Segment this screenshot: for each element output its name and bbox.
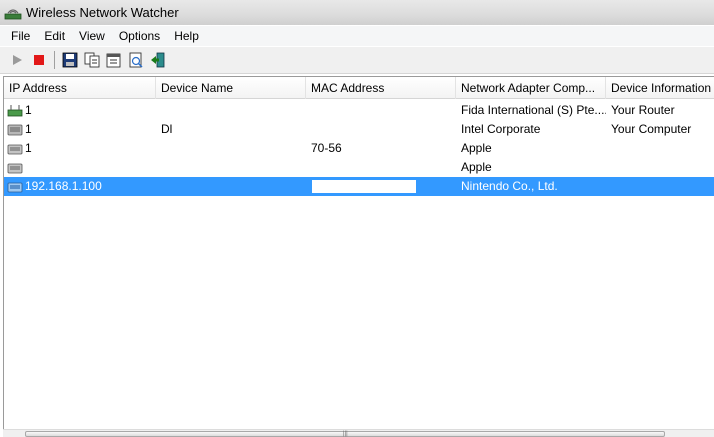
cell-adapter: Intel Corporate [461, 122, 541, 136]
play-icon[interactable] [6, 49, 28, 71]
stop-icon[interactable] [28, 49, 50, 71]
cell-info [606, 139, 714, 158]
device-list[interactable]: IP Address Device Name MAC Address Netwo… [3, 76, 714, 429]
cell-device-name: Dl [161, 122, 173, 136]
cell-info [606, 177, 714, 196]
save-icon[interactable] [59, 49, 81, 71]
column-ip-address[interactable]: IP Address [4, 77, 156, 99]
cell-ip: 1 [25, 141, 32, 155]
toolbar-separator [54, 51, 55, 69]
cell-adapter: Fida International (S) Pte.... [461, 103, 606, 117]
cell-mac [306, 101, 456, 120]
cell-device-name [156, 158, 306, 177]
exit-icon[interactable] [147, 49, 169, 71]
cell-device-name [156, 139, 306, 158]
cell-mac [306, 158, 456, 177]
html-report-icon[interactable] [125, 49, 147, 71]
table-row[interactable]: 1 Dl Intel Corporate Your Computer [4, 120, 714, 139]
horizontal-scrollbar[interactable]: ||| [3, 429, 714, 437]
menu-file[interactable]: File [4, 26, 37, 46]
cell-mac [306, 120, 456, 139]
properties-icon[interactable] [103, 49, 125, 71]
title-bar: Wireless Network Watcher [0, 0, 714, 25]
list-header: IP Address Device Name MAC Address Netwo… [4, 77, 714, 99]
menu-edit[interactable]: Edit [37, 26, 72, 46]
scrollbar-grip-icon: ||| [343, 431, 348, 437]
table-row[interactable]: Apple [4, 158, 714, 177]
cell-device-name [156, 101, 306, 120]
window-title: Wireless Network Watcher [26, 5, 179, 20]
table-row[interactable]: 1 70-56 Apple [4, 139, 714, 158]
cell-device-name [156, 177, 306, 196]
menu-options[interactable]: Options [112, 26, 167, 46]
cell-ip: 1 [25, 103, 32, 117]
menu-help[interactable]: Help [167, 26, 206, 46]
cell-info [606, 158, 714, 177]
cell-adapter: Nintendo Co., Ltd. [461, 179, 558, 193]
cell-ip [20, 158, 156, 177]
column-network-adapter-company[interactable]: Network Adapter Comp... [456, 77, 606, 99]
cell-mac: 70-56 [311, 141, 342, 155]
cell-info: Your Router [611, 103, 675, 117]
cell-ip: 1 [25, 122, 32, 136]
wifi-app-icon [4, 8, 22, 19]
table-row-selected[interactable]: 192.168.1.100 Nintendo Co., Ltd. [4, 177, 714, 196]
menu-bar: File Edit View Options Help [0, 26, 714, 46]
cell-adapter: Apple [461, 141, 492, 155]
menu-view[interactable]: View [72, 26, 112, 46]
cell-adapter: Apple [461, 160, 492, 174]
copy-icon[interactable] [81, 49, 103, 71]
table-row[interactable]: 1 Fida International (S) Pte.... Your Ro… [4, 101, 714, 120]
redacted-mac [312, 180, 416, 193]
cell-info: Your Computer [611, 122, 692, 136]
column-mac-address[interactable]: MAC Address [306, 77, 456, 99]
column-device-information[interactable]: Device Information [606, 77, 714, 99]
toolbar [0, 47, 714, 74]
cell-ip: 192.168.1.100 [25, 179, 102, 193]
column-device-name[interactable]: Device Name [156, 77, 306, 99]
